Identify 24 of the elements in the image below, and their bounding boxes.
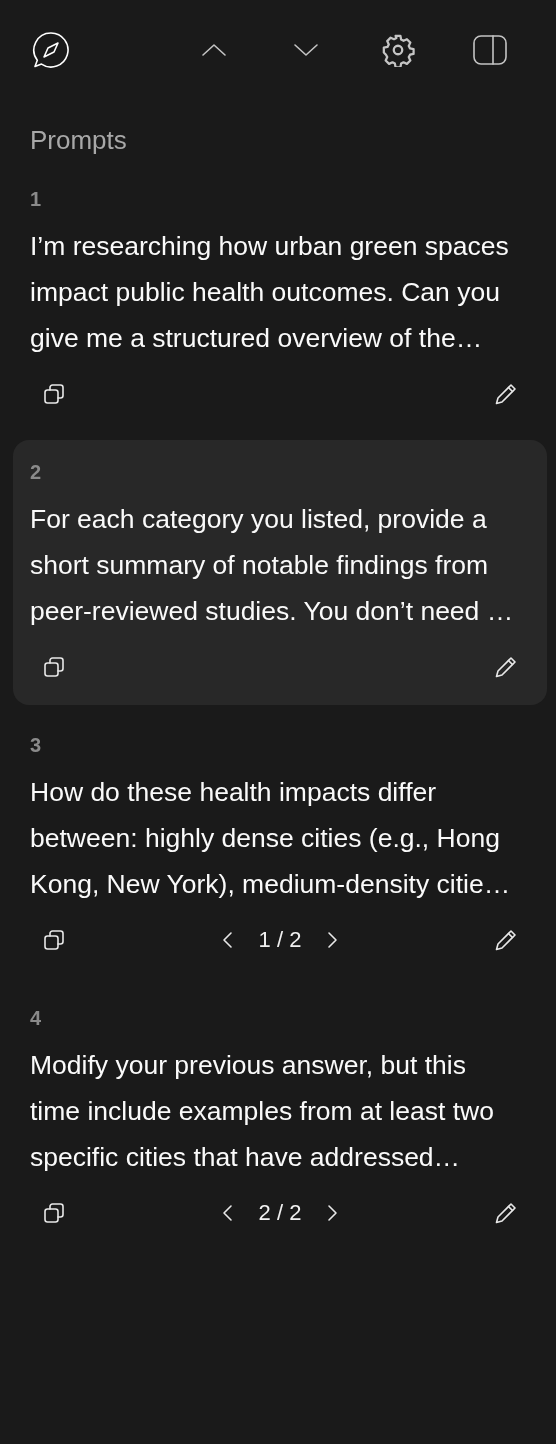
logo-icon[interactable] [31, 30, 71, 70]
prompt-text: For each category you listed, provide a [30, 503, 487, 536]
prompt-number: 4 [30, 1006, 42, 1030]
page-counter: 1 / 2 [258, 927, 302, 953]
page-counter: 2 / 2 [258, 1200, 302, 1226]
prompt-text: Modify your previous answer, but this [30, 1049, 466, 1082]
prompt-text: peer-reviewed studies. You don’t need … [30, 595, 514, 628]
prompt-card[interactable]: 3 How do these health impacts differ between: highly dense cities (e.g., Hong Kong, New York), medium-density citie… 1 / 2 [13, 713, 547, 978]
prompt-text: How do these health impacts differ [30, 776, 437, 809]
prompt-card[interactable]: 1 I’m researching how urban green spaces impact public health outcomes. Can you give me a structured overview of the… [13, 167, 547, 432]
prompt-text: give me a structured overview of the… [30, 322, 483, 355]
section-title: Prompts [30, 125, 127, 155]
prompt-card[interactable]: 2 For each category you listed, provide a short summary of notable findings from peer-reviewed studies. You don’t need … [13, 440, 547, 705]
prompt-number: 3 [30, 733, 42, 757]
prompt-text: I’m researching how urban green spaces [30, 230, 509, 263]
prompt-text: between: highly dense cities (e.g., Hong [30, 822, 500, 855]
prompt-text: short summary of notable findings from [30, 549, 489, 582]
prompt-card[interactable]: 4 Modify your previous answer, but this time include examples from at least two specific cities that have addressed… 2 / 2 [13, 986, 547, 1251]
prompt-text: time include examples from at least two [30, 1095, 494, 1128]
prompt-number: 2 [30, 460, 42, 484]
prompt-number: 1 [30, 187, 42, 211]
prompt-text: impact public health outcomes. Can you [30, 276, 500, 309]
prompt-text: specific cities that have addressed… [30, 1141, 461, 1174]
prompt-text: Kong, New York), medium-density citie… [30, 868, 511, 901]
